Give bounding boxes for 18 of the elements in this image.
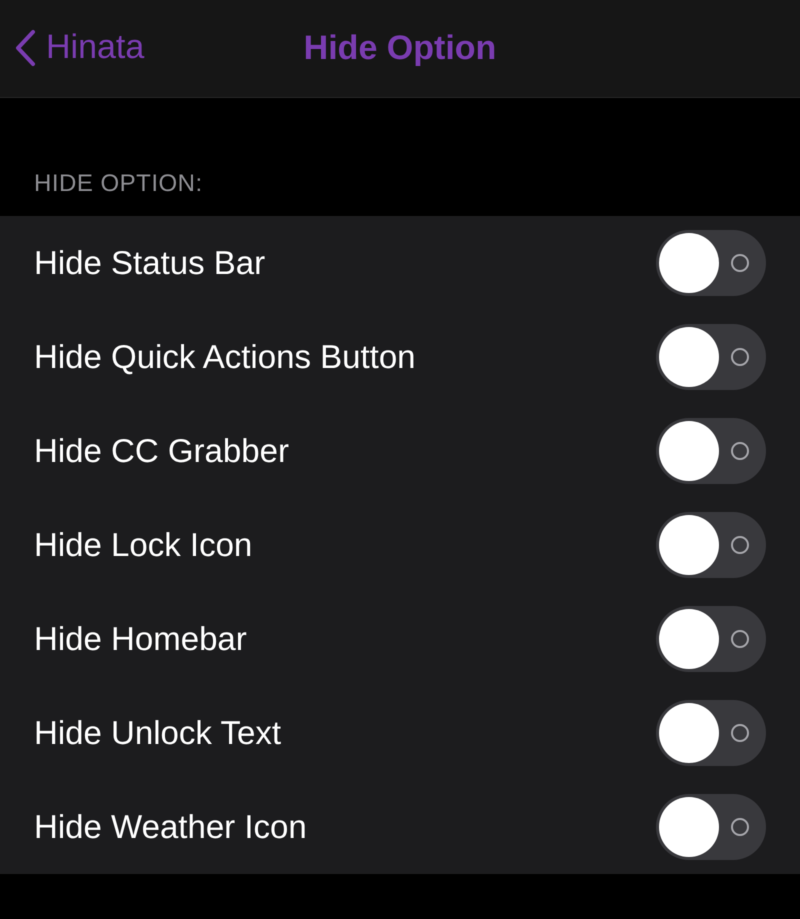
back-button[interactable]: Hinata <box>14 28 144 67</box>
setting-label: Hide Quick Actions Button <box>34 338 416 376</box>
off-indicator-icon <box>730 817 750 837</box>
nav-title: Hide Option <box>304 29 496 68</box>
setting-label: Hide Status Bar <box>34 244 266 282</box>
off-indicator-icon <box>730 535 750 555</box>
off-indicator-icon <box>730 253 750 273</box>
off-indicator-icon <box>730 723 750 743</box>
off-indicator-icon <box>730 347 750 367</box>
off-indicator-icon <box>730 441 750 461</box>
setting-label: Hide Lock Icon <box>34 526 252 564</box>
setting-label: Hide Homebar <box>34 620 247 658</box>
setting-label: Hide Unlock Text <box>34 714 282 752</box>
setting-label: Hide Weather Icon <box>34 808 307 846</box>
off-indicator-icon <box>730 629 750 649</box>
setting-label: Hide CC Grabber <box>34 432 289 470</box>
chevron-left-icon <box>14 28 36 66</box>
section-header: HIDE OPTION: <box>34 170 204 199</box>
